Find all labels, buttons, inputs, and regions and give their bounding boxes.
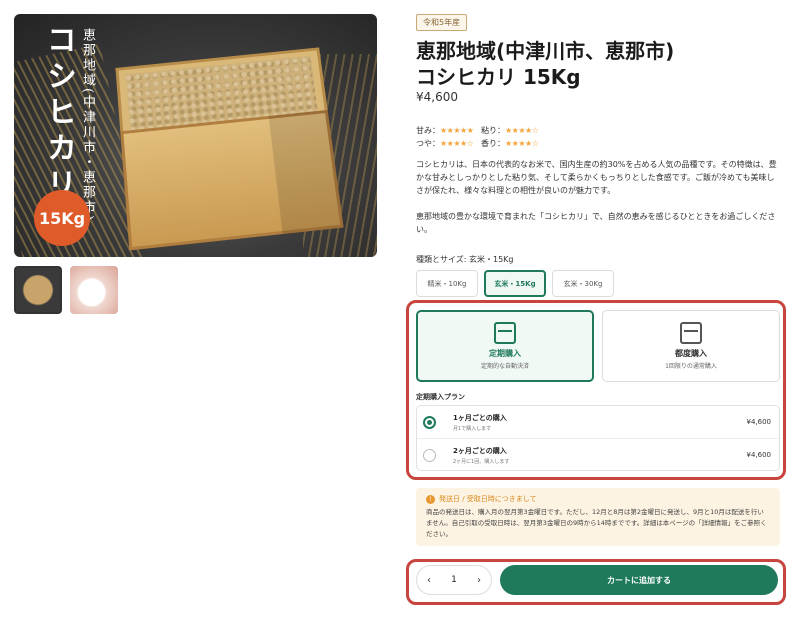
variant-option-polished-10kg[interactable]: 精米・10Kg xyxy=(416,270,478,297)
variant-options: 精米・10Kg 玄米・15Kg 玄米・30Kg xyxy=(416,270,614,297)
decrement-button[interactable]: ‹ xyxy=(427,575,431,586)
plan-note: 月1で購入します xyxy=(453,425,491,432)
box-clock-icon xyxy=(494,322,516,344)
product-title: 恵那地域(中津川市、恵那市) コシヒカリ 15Kg xyxy=(416,38,776,90)
increment-button[interactable]: › xyxy=(477,575,481,586)
aroma-stars: ★★★★☆ xyxy=(505,139,538,148)
harvest-year-badge: 令和5年産 xyxy=(416,14,467,31)
info-icon: ! xyxy=(426,495,435,504)
subscription-sub-label: 定期的な自動決済 xyxy=(481,361,529,370)
aroma-label: 香り： xyxy=(481,139,505,148)
quantity-stepper: ‹ 1 › xyxy=(416,565,492,595)
plan-name: 1ヶ月ごとの購入 xyxy=(453,413,507,423)
product-title-line1: 恵那地域(中津川市、恵那市) xyxy=(416,38,776,64)
thumbnail-brown-rice[interactable] xyxy=(14,266,62,314)
variant-option-brown-15kg[interactable]: 玄米・15Kg xyxy=(484,270,546,297)
photo-subtitle: 恵那地域(中津川市・恵那市) xyxy=(78,28,97,222)
one-time-sub-label: 1回限りの通常購入 xyxy=(665,361,717,370)
subscription-purchase-card[interactable]: 定期購入 定期的な自動決済 xyxy=(416,310,594,382)
shipping-notice: ! 発送日 / 受取日時につきまして 商品の発送日は、購入月の翌月第3金曜日です… xyxy=(416,488,780,546)
variant-label: 種類とサイズ: 玄米・15Kg xyxy=(416,254,514,265)
taste-ratings: 甘み：★★★★★ 粘り：★★★★☆ つや：★★★★☆ 香り：★★★★☆ xyxy=(416,124,538,150)
sweetness-label: 甘み： xyxy=(416,126,440,135)
stickiness-stars: ★★★★☆ xyxy=(505,126,538,135)
thumbnail-strip xyxy=(14,266,118,314)
box-icon xyxy=(680,322,702,344)
product-description: コシヒカリは、日本の代表的なお米で、国内生産の約30%を占める人気の品種です。そ… xyxy=(416,158,780,197)
product-description-2: 恵那地域の豊かな環境で育まれた「コシヒカリ」で、自然の恵みを感じるひとときをお過… xyxy=(416,210,780,236)
product-price: ¥4,600 xyxy=(416,90,458,104)
plan-name: 2ヶ月ごとの購入 xyxy=(453,446,507,456)
plan-row-bimonthly[interactable]: 2ヶ月ごとの購入 2ヶ月に1回、購入します ¥4,600 xyxy=(417,439,781,472)
add-to-cart-button[interactable]: カートに追加する xyxy=(500,565,778,595)
notice-body: 商品の発送日は、購入月の翌月第3金曜日です。ただし、12月と8月は第2金曜日に発… xyxy=(426,507,770,540)
photo-title: コシヒカリ xyxy=(36,24,80,204)
plan-price: ¥4,600 xyxy=(747,451,772,459)
thumbnail-cooked-rice[interactable] xyxy=(70,266,118,314)
weight-badge: 15Kg xyxy=(34,190,90,246)
notice-heading: 発送日 / 受取日時につきまして xyxy=(439,494,537,504)
plan-row-monthly[interactable]: 1ヶ月ごとの購入 月1で購入します ¥4,600 xyxy=(417,406,781,439)
one-time-label: 都度購入 xyxy=(675,348,707,359)
variant-option-brown-30kg[interactable]: 玄米・30Kg xyxy=(552,270,614,297)
gloss-label: つや： xyxy=(416,139,440,148)
plan-price: ¥4,600 xyxy=(747,418,772,426)
sweetness-stars: ★★★★★ xyxy=(440,126,473,135)
product-title-line2: コシヒカリ 15Kg xyxy=(416,64,776,90)
plan-list: 1ヶ月ごとの購入 月1で購入します ¥4,600 2ヶ月ごとの購入 2ヶ月に1回… xyxy=(416,405,780,471)
radio-selected[interactable] xyxy=(423,416,436,429)
gloss-stars: ★★★★☆ xyxy=(440,139,473,148)
masu-box-image xyxy=(115,47,343,251)
radio-unselected[interactable] xyxy=(423,449,436,462)
quantity-value[interactable]: 1 xyxy=(451,575,457,585)
one-time-purchase-card[interactable]: 都度購入 1回限りの通常購入 xyxy=(602,310,780,382)
product-main-image: コシヒカリ 恵那地域(中津川市・恵那市) 15Kg xyxy=(14,14,377,257)
stickiness-label: 粘り： xyxy=(481,126,505,135)
plan-title: 定期購入プラン xyxy=(416,392,465,402)
subscription-label: 定期購入 xyxy=(489,348,521,359)
plan-note: 2ヶ月に1回、購入します xyxy=(453,458,509,465)
